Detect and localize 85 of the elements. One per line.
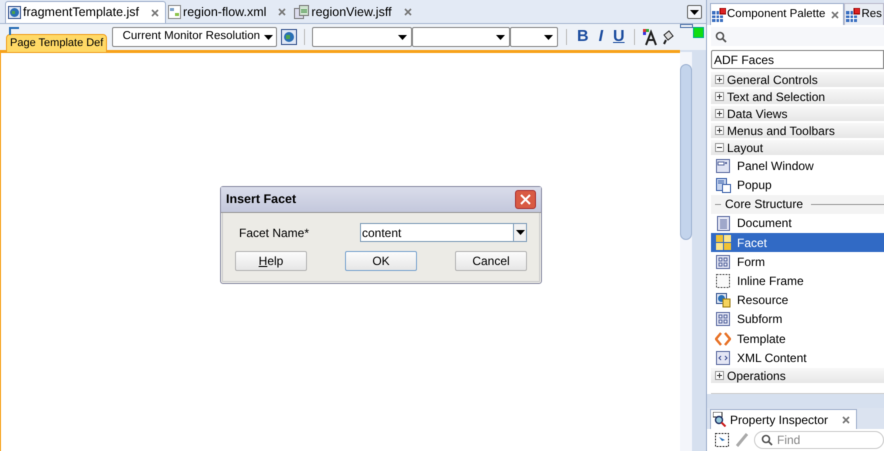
palette-item[interactable]: Facet [711,233,884,252]
help-button[interactable]: Help [235,251,307,271]
window-icon [716,158,730,173]
resolution-dropdown[interactable]: Current Monitor Resolution [112,27,277,47]
dropdown-arrow-icon [496,34,505,40]
scroll-thumb[interactable] [680,64,692,240]
palette-item[interactable]: Inline Frame [711,271,884,291]
field-label: Facet Name* [238,224,310,242]
expand-icon[interactable] [715,75,724,84]
tab-list-button[interactable] [687,5,702,19]
grid-icon [712,8,726,22]
grid-icon [846,8,860,22]
stacked-pages-icon [294,5,310,19]
dashed-frame-icon [716,274,730,288]
font-family-dropdown[interactable] [312,27,412,47]
close-icon[interactable] [404,8,412,16]
expand-icon[interactable] [715,126,724,136]
editor-tab[interactable]: regionView.jsff [292,1,418,23]
four-squares-icon [716,235,730,250]
form-icon [716,312,730,326]
select-icon[interactable] [715,432,730,448]
category-header[interactable]: Menus and Toolbars [711,122,884,140]
close-icon[interactable] [151,8,160,16]
close-icon[interactable] [278,8,286,16]
facet-name-combobox[interactable]: content [360,223,527,242]
search-field[interactable] [711,27,884,46]
search-icon [761,434,773,446]
palette-item[interactable]: Template [711,329,884,348]
dropdown-arrow-icon [690,10,699,14]
category-header[interactable]: General Controls [711,71,884,88]
palette-item[interactable]: Document [711,214,884,234]
category-header[interactable]: Text and Selection [711,88,884,106]
globe-icon [8,6,21,19]
close-icon[interactable] [842,416,850,424]
library-dropdown[interactable]: ADF Faces [711,50,884,70]
editor-tab[interactable]: fragmentTemplate.jsf [5,1,166,23]
search-icon [715,30,727,43]
globe-page-icon [716,292,730,308]
vertical-scrollbar[interactable] [680,52,692,451]
find-field[interactable]: Find [754,431,884,449]
style-dropdown[interactable] [510,27,558,47]
palette-item[interactable]: Resource [711,290,884,310]
category-header[interactable]: Layout [711,139,884,156]
popup-icon [716,178,730,192]
expand-icon[interactable] [715,371,724,380]
code-page-icon [716,350,730,365]
palette-item[interactable]: XML Content [711,348,884,368]
form-icon [716,254,730,269]
palette-item[interactable]: Panel Window [711,156,884,176]
palette-item[interactable]: Form [711,252,884,272]
close-icon[interactable] [831,10,840,18]
cancel-button[interactable]: Cancel [455,251,527,271]
palette-tab[interactable]: Component Palette [710,3,844,25]
palette-item[interactable]: Subform [711,310,884,330]
ok-button[interactable]: OK [345,251,417,271]
italic-button[interactable]: I [594,25,608,49]
scroll-up-button[interactable] [680,24,693,28]
paint-bucket-icon[interactable] [662,29,674,45]
diagram-file-icon [168,5,182,19]
palette-tab[interactable]: Res [844,3,884,25]
document-icon [716,216,730,231]
palette-item[interactable]: Popup [711,175,884,195]
category-header[interactable]: Operations [711,367,884,384]
status-indicator [693,27,704,38]
dropdown-arrow-icon [264,34,273,40]
group-heading: Core Structure [725,196,804,214]
close-button[interactable] [515,190,536,209]
dropdown-arrow-icon [516,230,524,235]
underline-button[interactable]: U [611,25,627,49]
expand-icon[interactable] [715,92,724,102]
category-header[interactable]: Data Views [711,105,884,122]
dropdown-arrow-icon [544,34,553,40]
text-color-icon[interactable] [642,28,658,46]
collapse-icon[interactable] [715,143,724,152]
dropdown-arrow-icon [398,34,407,40]
page-template-tag: Page Template Def [6,34,108,53]
editor-tab[interactable]: region-flow.xml [166,1,292,23]
dialog-title: Insert Facet [226,191,298,208]
close-icon [520,194,531,205]
inspector-tab[interactable]: Property Inspector [710,409,858,429]
expand-icon[interactable] [715,109,724,118]
code-brackets-icon [715,332,731,346]
bold-button[interactable]: B [575,25,591,49]
globe-icon[interactable] [281,29,297,45]
magnifier-icon [713,412,728,427]
